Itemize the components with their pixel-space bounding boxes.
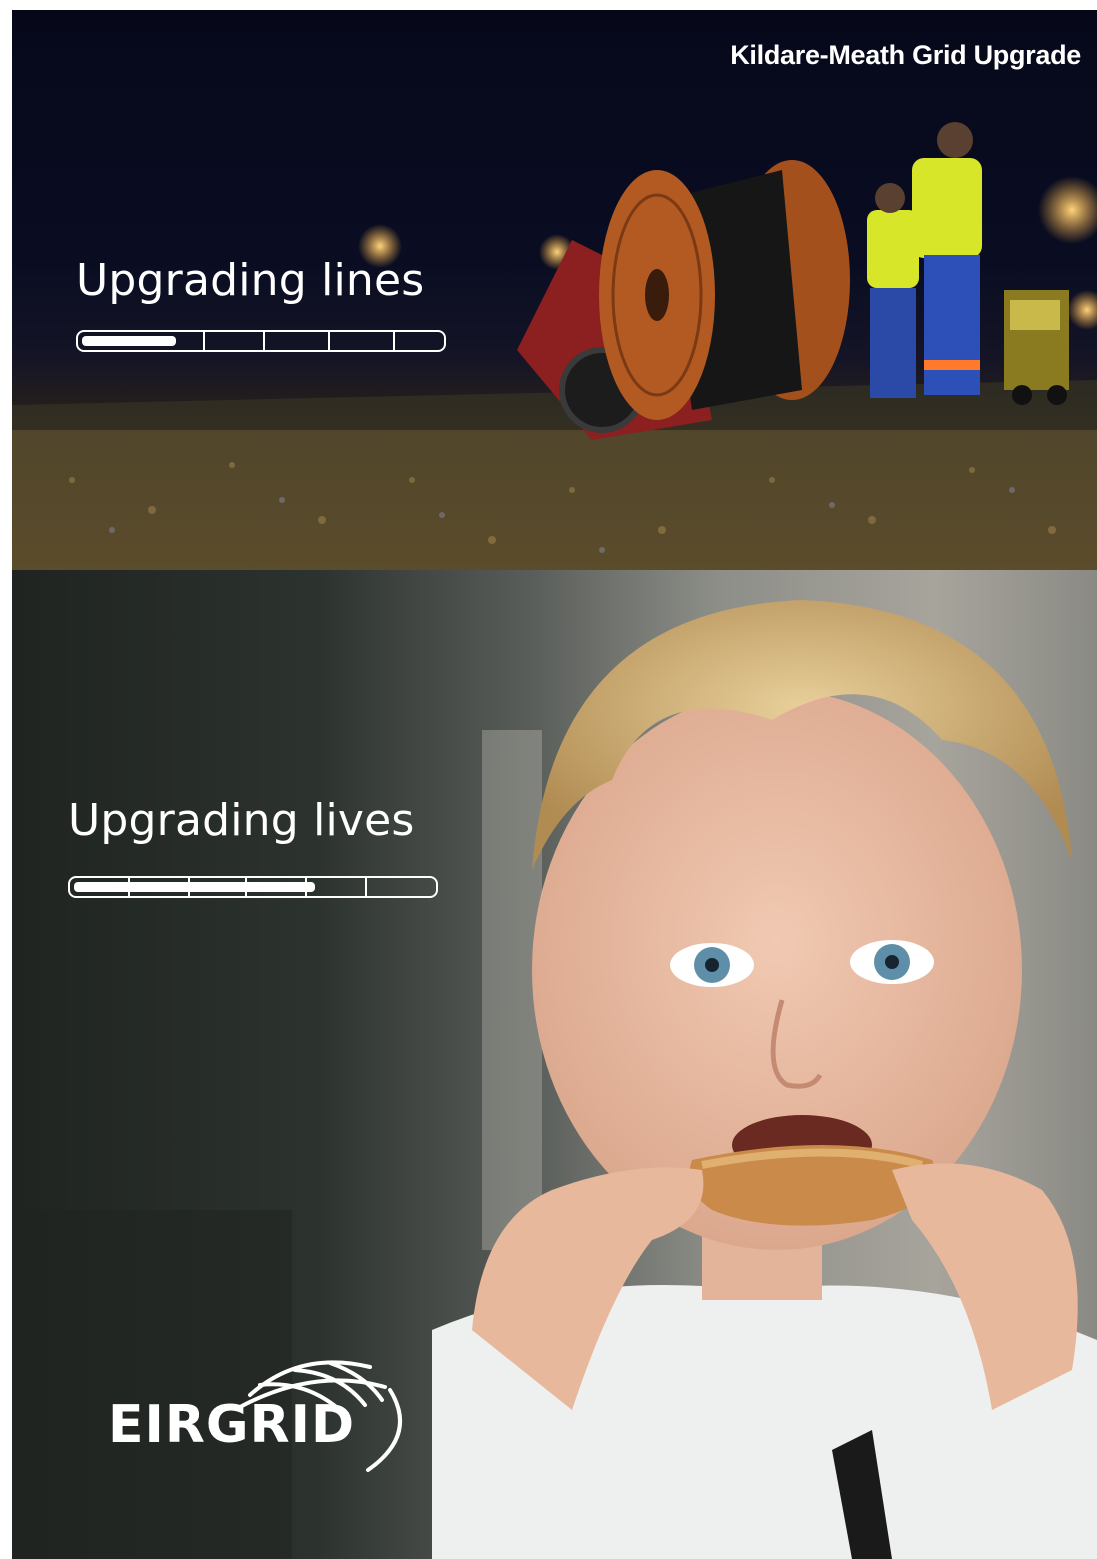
progress-bar-lives: [68, 876, 438, 898]
headline-upgrading-lines: Upgrading lines: [76, 255, 425, 306]
poster: Kildare-Meath Grid Upgrade Upgrading lin…: [12, 10, 1097, 1559]
progress-tick: [365, 876, 367, 898]
progress-tick: [328, 330, 330, 352]
logo-wordmark: EIRGRID: [108, 1395, 356, 1455]
progress-tick: [188, 876, 190, 898]
progress-tick: [263, 330, 265, 352]
progress-tick: [393, 330, 395, 352]
progress-tick: [245, 876, 247, 898]
progress-bar-lines: [76, 330, 446, 352]
campaign-title: Kildare-Meath Grid Upgrade: [730, 40, 1081, 70]
progress-bar-fill: [82, 336, 177, 346]
progress-tick: [305, 876, 307, 898]
progress-tick: [128, 876, 130, 898]
progress-bar-fill: [74, 882, 315, 892]
eirgrid-logo: EIRGRID: [100, 1355, 410, 1475]
progress-tick: [203, 330, 205, 352]
headline-upgrading-lives: Upgrading lives: [68, 795, 415, 846]
photo-roadworks-night: Kildare-Meath Grid Upgrade Upgrading lin…: [12, 10, 1097, 570]
